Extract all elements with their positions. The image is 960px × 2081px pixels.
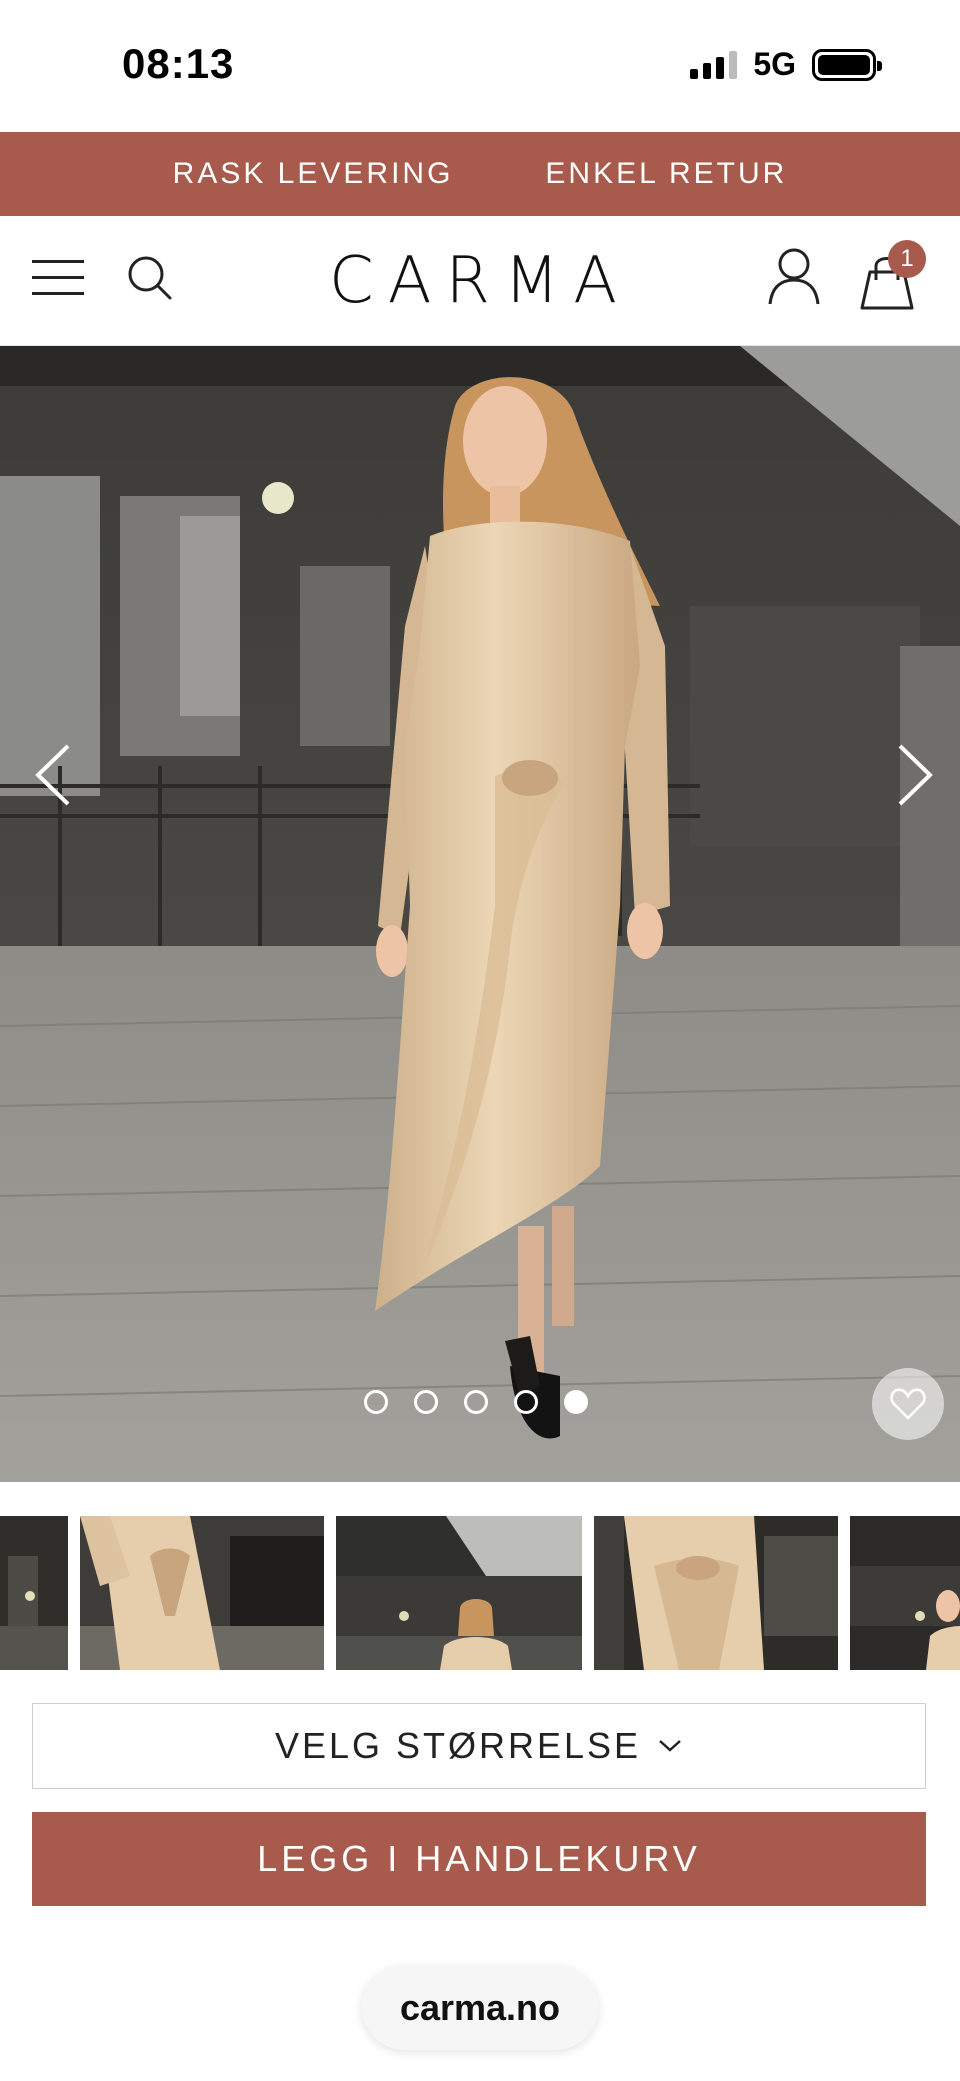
next-image-arrow[interactable]	[880, 740, 940, 810]
carousel-dots	[364, 1390, 588, 1414]
signal-icon	[690, 50, 738, 79]
battery-icon	[812, 48, 882, 81]
promo-easy-return: ENKEL RETUR	[545, 157, 788, 190]
size-select-label: VELG STØRRELSE	[274, 1725, 642, 1766]
thumbnail-strip	[0, 1516, 960, 1670]
cart-count-badge: 1	[888, 240, 926, 278]
previous-image-arrow[interactable]	[28, 740, 88, 810]
status-bar: 08:13 5G	[0, 0, 960, 132]
carousel-dot-3[interactable]	[464, 1390, 488, 1414]
favorite-heart-icon[interactable]	[872, 1368, 944, 1440]
add-to-cart-button[interactable]: LEGG I HANDLEKURV	[32, 1812, 926, 1906]
thumbnail-2[interactable]	[80, 1516, 324, 1670]
network-label: 5G	[753, 46, 796, 82]
carousel-dot-5[interactable]	[564, 1390, 588, 1414]
size-select[interactable]: VELG STØRRELSE	[32, 1703, 926, 1789]
carousel-dot-2[interactable]	[414, 1390, 438, 1414]
status-indicators: 5G	[690, 46, 882, 83]
product-photo	[0, 346, 960, 1482]
thumbnail-3[interactable]	[336, 1516, 582, 1670]
chevron-down-icon	[659, 1740, 681, 1752]
thumbnail-1[interactable]	[0, 1516, 68, 1670]
product-image[interactable]	[0, 346, 960, 1482]
browser-url-bar[interactable]: carma.no	[362, 1966, 598, 2050]
site-header: CARMA	[0, 216, 960, 346]
account-icon[interactable]	[766, 246, 822, 306]
carousel-dot-4[interactable]	[514, 1390, 538, 1414]
carousel-dot-1[interactable]	[364, 1390, 388, 1414]
thumbnail-4[interactable]	[594, 1516, 838, 1670]
thumbnail-5[interactable]	[850, 1516, 960, 1670]
promo-fast-delivery: RASK LEVERING	[172, 157, 454, 190]
promo-banner: RASK LEVERING ENKEL RETUR	[0, 132, 960, 216]
status-time: 08:13	[122, 40, 235, 87]
